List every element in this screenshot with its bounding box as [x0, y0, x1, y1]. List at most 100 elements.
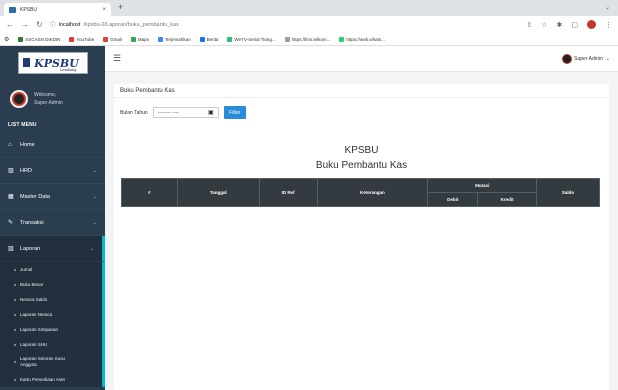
profile-avatar[interactable]: [587, 20, 596, 29]
info-icon: ⓘ: [49, 23, 56, 29]
sidebar-item-laporan[interactable]: ▥ Laporan ⌄: [0, 236, 105, 262]
favicon-icon: [9, 6, 16, 13]
url-host: localhost: [58, 21, 81, 28]
column-header-keterangan: Keterangan: [316, 178, 429, 207]
bookmarks-bar: ⚙ SSCASN DIKDIN YouTube Gmail Maps Terje…: [0, 33, 618, 46]
column-header-kredit: Kredit: [477, 192, 538, 207]
logo-mark-icon: [22, 58, 30, 67]
browser-tab[interactable]: KPSBU ×: [4, 3, 111, 16]
menu-toggle-icon[interactable]: ☰: [113, 53, 121, 64]
user-menu[interactable]: Super Admin ⌄: [563, 54, 610, 63]
bullet-icon: [14, 343, 16, 346]
reload-icon[interactable]: ↻: [36, 20, 43, 29]
url-field[interactable]: ⓘ localhost/kpsbu-2/Laporan/buku_pembant…: [49, 20, 520, 30]
sidebar-subitem-laporan-neraca[interactable]: Laporan Neraca: [0, 307, 102, 322]
sidepanel-icon[interactable]: ▢: [571, 21, 578, 29]
sidebar-subitem-laporan-simpanan[interactable]: Laporan Simpanan: [0, 322, 102, 337]
bullet-icon: [14, 313, 16, 316]
logo[interactable]: KPSBU Lembang: [17, 52, 88, 74]
close-tab-icon[interactable]: ×: [102, 7, 106, 13]
chevron-down-icon: ⌄: [89, 245, 94, 252]
bookmark-item[interactable]: https://web.whats...: [339, 36, 385, 42]
sidebar-item-home[interactable]: ⌂ Home: [0, 132, 105, 158]
chart-icon: ▥: [8, 168, 14, 174]
forward-icon[interactable]: →: [21, 20, 29, 29]
table-icon: ▦: [8, 194, 14, 200]
report-card: Buku Pembantu Kas Bulan Tahun -------- -…: [114, 84, 609, 390]
main-content: ☰ Super Admin ⌄ Buku Pembantu Kas Bulan …: [105, 46, 618, 390]
page-title: Buku Pembantu Kas: [114, 84, 609, 98]
bookmark-icon: [18, 36, 24, 42]
laporan-submenu: Jurnal Buku Besar Neraca Saldo Laporan N…: [0, 262, 105, 387]
browser-tab-bar: KPSBU × + ⌄: [0, 0, 618, 16]
bookmark-item[interactable]: Terjemahkan: [157, 36, 191, 42]
extensions-icon[interactable]: ✱: [557, 21, 563, 29]
sidebar-item-master-data[interactable]: ▦ Master Data ⌄: [0, 184, 105, 210]
home-icon: ⌂: [8, 141, 12, 148]
link-icon: [284, 36, 290, 42]
bullet-icon: [14, 328, 16, 331]
translate-icon: [157, 36, 163, 42]
user-role: Super Admin: [34, 100, 63, 106]
tab-title: KPSBU: [20, 6, 37, 13]
youtube-icon: [69, 36, 75, 42]
filter-button[interactable]: Filter: [223, 106, 246, 119]
sidebar-subitem-laporan-setoran-susu[interactable]: Laporan Setoran Susu Anggota: [0, 352, 102, 372]
sidebar: KPSBU Lembang Welcome, Super Admin LIST …: [0, 46, 105, 390]
maps-icon: [130, 36, 136, 42]
news-icon: [199, 36, 205, 42]
bullet-icon: [14, 283, 16, 286]
bullet-icon: [14, 298, 16, 301]
apps-icon[interactable]: ⚙: [4, 36, 9, 43]
avatar: [563, 54, 572, 63]
more-icon[interactable]: ⋮: [605, 21, 612, 29]
chevron-down-icon[interactable]: ⌄: [605, 4, 610, 11]
sidebar-item-transaksi[interactable]: ✎ Transaksi ⌄: [0, 210, 105, 236]
gmail-icon: [103, 36, 109, 42]
column-header-debit: Debit: [427, 192, 479, 207]
bookmark-item[interactable]: Maps: [130, 36, 149, 42]
back-icon[interactable]: ←: [6, 20, 14, 29]
sidebar-subitem-neraca-saldo[interactable]: Neraca Saldo: [0, 292, 102, 307]
month-year-input[interactable]: -------- ---- ▣: [152, 107, 219, 118]
whatsapp-icon: [339, 36, 345, 42]
sidebar-subitem-laporan-shu[interactable]: Laporan SHU: [0, 337, 102, 352]
bullet-icon: [14, 378, 16, 381]
bullet-icon: [14, 361, 16, 363]
top-navbar: ☰ Super Admin ⌄: [105, 46, 618, 72]
bookmark-item[interactable]: Berita: [199, 36, 218, 42]
address-bar: ← → ↻ ⓘ localhost/kpsbu-2/Laporan/buku_p…: [0, 16, 618, 33]
share-icon[interactable]: ⇪: [526, 21, 532, 29]
calendar-icon[interactable]: ▣: [208, 109, 214, 116]
chart-icon: ▥: [8, 246, 14, 252]
bookmark-item[interactable]: SSCASN DIKDIN: [18, 36, 60, 42]
chevron-down-icon: ⌄: [92, 167, 97, 174]
bookmark-item[interactable]: Gmail: [103, 36, 122, 42]
column-header-mutasi: Mutasi: [427, 178, 538, 193]
user-panel: Welcome, Super Admin: [0, 80, 105, 118]
chevron-down-icon: ⌄: [92, 193, 97, 200]
sidebar-subitem-jurnal[interactable]: Jurnal: [0, 262, 102, 277]
report-name-title: Buku Pembantu Kas: [315, 160, 408, 171]
sidebar-subitem-kartu-persediaan[interactable]: Kartu Persediaan Aset: [0, 372, 102, 387]
menu-header: LIST MENU: [8, 122, 37, 128]
bookmark-item[interactable]: https://lms.telkom...: [284, 36, 330, 42]
url-path: /kpsbu-2/Laporan/buku_pembantu_kas: [83, 21, 179, 28]
bullet-icon: [14, 268, 16, 271]
edit-icon: ✎: [8, 220, 14, 226]
chevron-down-icon: ⌄: [605, 55, 610, 62]
brand: KPSBU Lembang: [0, 46, 105, 80]
sidebar-item-hrd[interactable]: ▥ HRD ⌄: [0, 158, 105, 184]
month-year-label: Bulan Tahun: [120, 109, 148, 116]
column-header-tanggal: Tanggal: [176, 178, 260, 207]
avatar: [10, 90, 28, 108]
new-tab-button[interactable]: +: [118, 2, 123, 12]
welcome-text: Welcome,: [34, 92, 57, 98]
bookmark-item[interactable]: WeTV-Serial Tiong...: [227, 36, 276, 42]
bookmark-item[interactable]: YouTube: [69, 36, 94, 42]
chevron-down-icon: ⌄: [92, 219, 97, 226]
sidebar-subitem-buku-besar[interactable]: Buku Besar: [0, 277, 102, 292]
wetv-icon: [227, 36, 233, 42]
star-icon[interactable]: ☆: [541, 21, 547, 29]
column-header-idref: ID Ref: [258, 178, 318, 207]
